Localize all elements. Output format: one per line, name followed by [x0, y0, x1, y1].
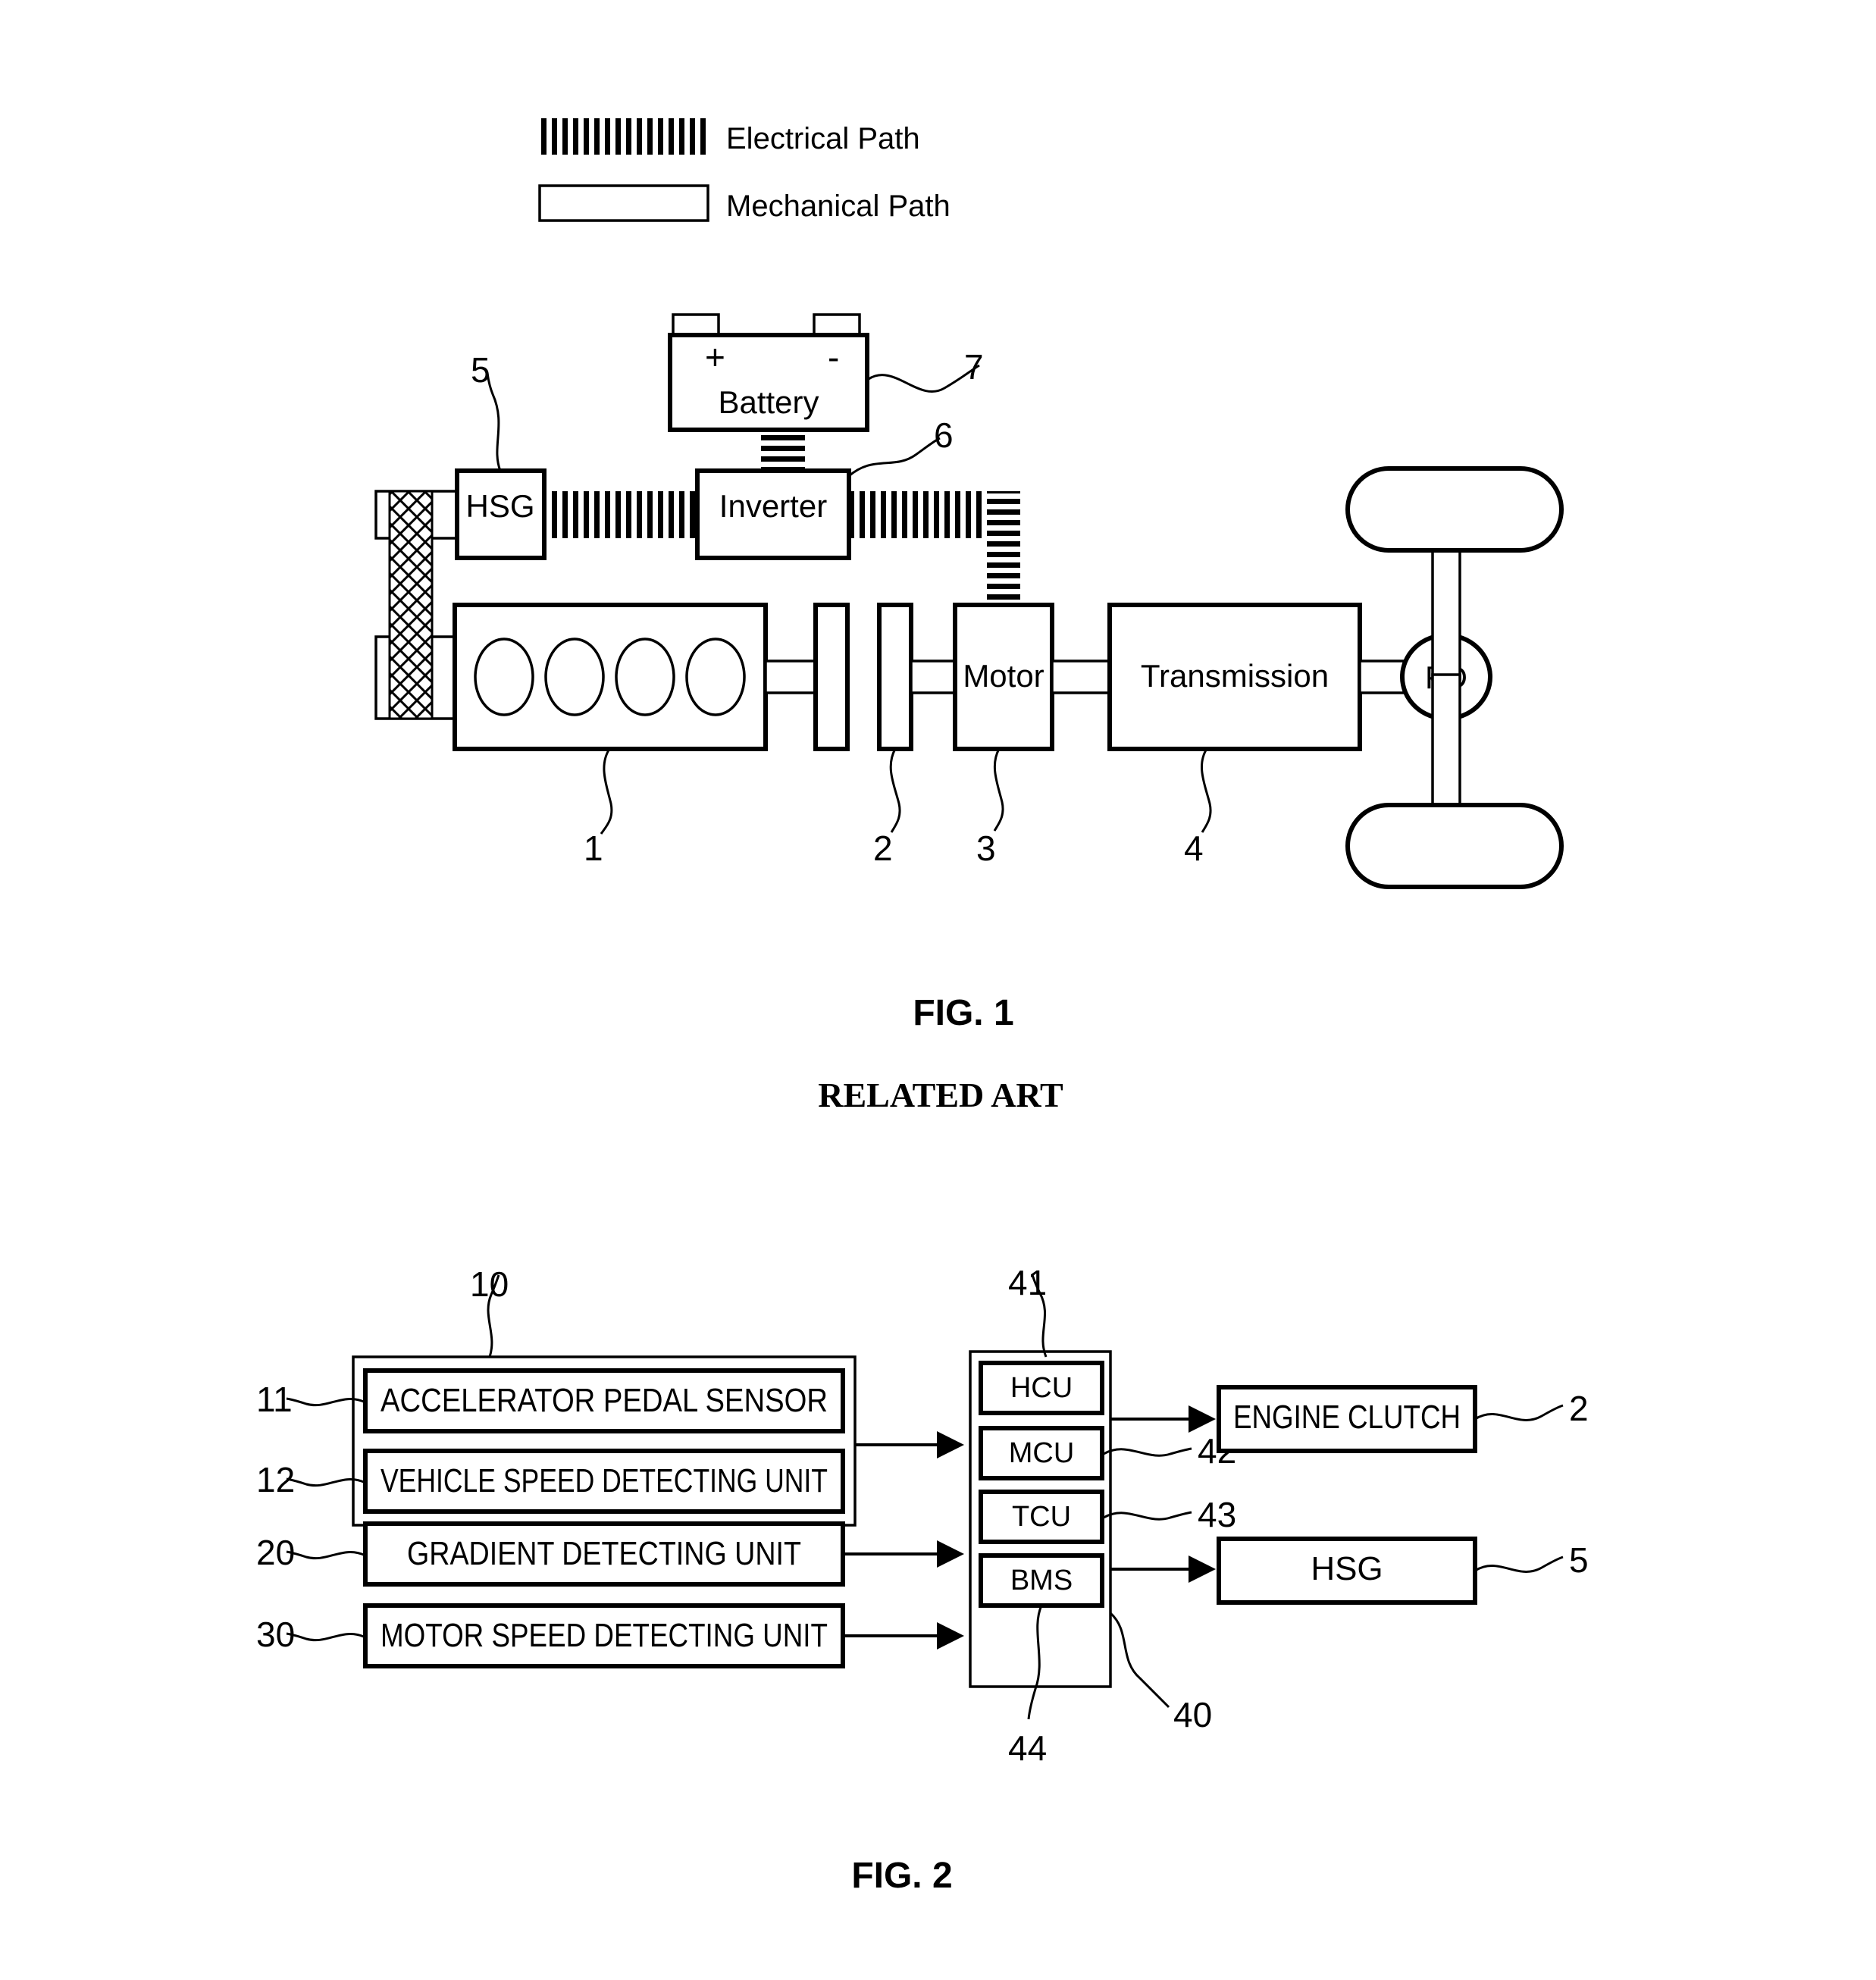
figure1-subtitle: RELATED ART	[818, 1076, 1063, 1114]
hsg-label: HSG	[465, 488, 534, 524]
mcu-label: MCU	[1009, 1437, 1075, 1469]
callout-30: 30	[256, 1615, 366, 1654]
engine-clutch-label: ENGINE CLUTCH	[1233, 1399, 1461, 1436]
engine-clutch-plate-b	[877, 603, 913, 751]
battery-label: Battery	[718, 384, 819, 420]
transmission-fd-shaft	[1358, 659, 1405, 694]
accelerator-pedal-sensor-label: ACCELERATOR PEDAL SENSOR	[381, 1382, 828, 1419]
callout-1-label: 1	[584, 829, 603, 868]
callout-40-label: 40	[1173, 1695, 1212, 1734]
mcu-block: MCU	[979, 1426, 1104, 1480]
callout-12-label: 12	[256, 1460, 295, 1499]
callout-5-fig2: 5	[1474, 1540, 1589, 1580]
figure1-title: FIG. 1	[913, 993, 1013, 1033]
hsg-block: HSG	[455, 468, 547, 560]
legend-electrical-label: Electrical Path	[726, 122, 920, 155]
hsg-output-label: HSG	[1311, 1550, 1383, 1587]
callout-10: 10	[470, 1264, 509, 1358]
motor-label: Motor	[963, 658, 1044, 694]
motor-transmission-shaft	[1051, 659, 1114, 694]
drive-belt	[388, 490, 434, 720]
tcu-label: TCU	[1012, 1501, 1071, 1533]
battery-block: + - Battery	[668, 313, 869, 432]
engine-output-shaft	[764, 659, 817, 694]
callout-42: 42	[1103, 1431, 1236, 1471]
bms-block: BMS	[979, 1553, 1104, 1608]
callout-41-label: 41	[1008, 1263, 1047, 1302]
callout-41: 41	[1008, 1263, 1048, 1358]
hcu-label: HCU	[1010, 1372, 1073, 1404]
engine-clutch-plate-a	[813, 603, 850, 751]
inverter-motor-electrical-path-horizontal	[849, 491, 987, 538]
engine-cylinder-4	[685, 638, 746, 716]
callout-11: 11	[256, 1380, 366, 1419]
inverter-motor-electrical-path-vertical	[987, 491, 1020, 612]
callout-5-fig2-label: 5	[1569, 1540, 1589, 1580]
inverter-block: Inverter	[695, 468, 851, 560]
legend-electrical-path: Electrical Path	[540, 118, 920, 155]
electrical-path-swatch	[540, 118, 708, 155]
transmission-block: Transmission	[1107, 603, 1362, 751]
callout-2-fig2: 2	[1474, 1389, 1589, 1428]
legend-mechanical-label: Mechanical Path	[726, 190, 951, 223]
callout-40: 40	[1109, 1612, 1212, 1734]
callout-12: 12	[256, 1460, 366, 1499]
figure2-title: FIG. 2	[851, 1856, 952, 1896]
engine-block	[453, 603, 768, 751]
axle-upper	[1431, 544, 1461, 681]
callout-30-label: 30	[256, 1615, 295, 1654]
callout-4: 4	[1184, 748, 1212, 868]
callout-2-fig2-label: 2	[1569, 1389, 1589, 1428]
axle-lower	[1431, 673, 1461, 813]
callout-7-label: 7	[964, 347, 984, 387]
motor-speed-detecting-unit-label: MOTOR SPEED DETECTING UNIT	[381, 1617, 828, 1654]
figures-svg: Electrical Path Mechanical Path + - Batt…	[256, 118, 1589, 1896]
callout-5: 5	[471, 350, 502, 472]
callout-44-label: 44	[1008, 1728, 1047, 1768]
mechanical-path-swatch	[538, 184, 709, 222]
callout-6-label: 6	[934, 415, 954, 455]
legend-mechanical-path: Mechanical Path	[538, 184, 951, 223]
clutch-motor-shaft	[910, 659, 957, 694]
callout-1: 1	[584, 748, 613, 868]
gradient-detecting-unit-label: GRADIENT DETECTING UNIT	[407, 1535, 801, 1572]
engine-clutch-output-block: ENGINE CLUTCH	[1217, 1385, 1477, 1453]
callout-20: 20	[256, 1533, 366, 1572]
callout-3: 3	[976, 748, 1004, 868]
callout-2-label: 2	[873, 829, 893, 868]
callout-11-label: 11	[256, 1380, 293, 1419]
callout-20-label: 20	[256, 1533, 295, 1572]
wheel-upper	[1345, 466, 1564, 553]
hsg-inverter-electrical-path	[544, 491, 697, 538]
hsg-output-block: HSG	[1217, 1537, 1477, 1605]
callout-5-label: 5	[471, 350, 490, 390]
wheel-lower	[1345, 803, 1564, 889]
callout-2: 2	[873, 748, 901, 868]
callout-43: 43	[1103, 1495, 1236, 1534]
callout-7: 7	[868, 347, 984, 393]
battery-minus-symbol: -	[828, 337, 839, 377]
battery-plus-symbol: +	[705, 337, 725, 377]
engine-cylinder-1	[474, 638, 534, 716]
motor-block: Motor	[953, 603, 1054, 751]
callout-3-label: 3	[976, 829, 996, 868]
vehicle-speed-detecting-unit-label: VEHICLE SPEED DETECTING UNIT	[381, 1462, 828, 1499]
engine-cylinder-2	[544, 638, 605, 716]
engine-cylinder-3	[615, 638, 675, 716]
callout-43-label: 43	[1198, 1495, 1236, 1534]
accelerator-pedal-sensor-block: ACCELERATOR PEDAL SENSOR	[363, 1368, 845, 1433]
gradient-detecting-unit-block: GRADIENT DETECTING UNIT	[363, 1521, 845, 1587]
motor-speed-detecting-unit-block: MOTOR SPEED DETECTING UNIT	[363, 1603, 845, 1668]
hcu-block: HCU	[979, 1361, 1104, 1415]
bms-label: BMS	[1010, 1565, 1073, 1596]
vehicle-speed-detecting-unit-block: VEHICLE SPEED DETECTING UNIT	[363, 1449, 845, 1514]
patent-drawing-sheet: Electrical Path Mechanical Path + - Batt…	[0, 0, 1876, 1980]
callout-4-label: 4	[1184, 829, 1204, 868]
callout-10-label: 10	[470, 1264, 509, 1304]
inverter-label: Inverter	[719, 488, 827, 524]
hsg-belt-assembly	[374, 490, 459, 720]
tcu-block: TCU	[979, 1490, 1104, 1544]
transmission-label: Transmission	[1141, 658, 1329, 694]
